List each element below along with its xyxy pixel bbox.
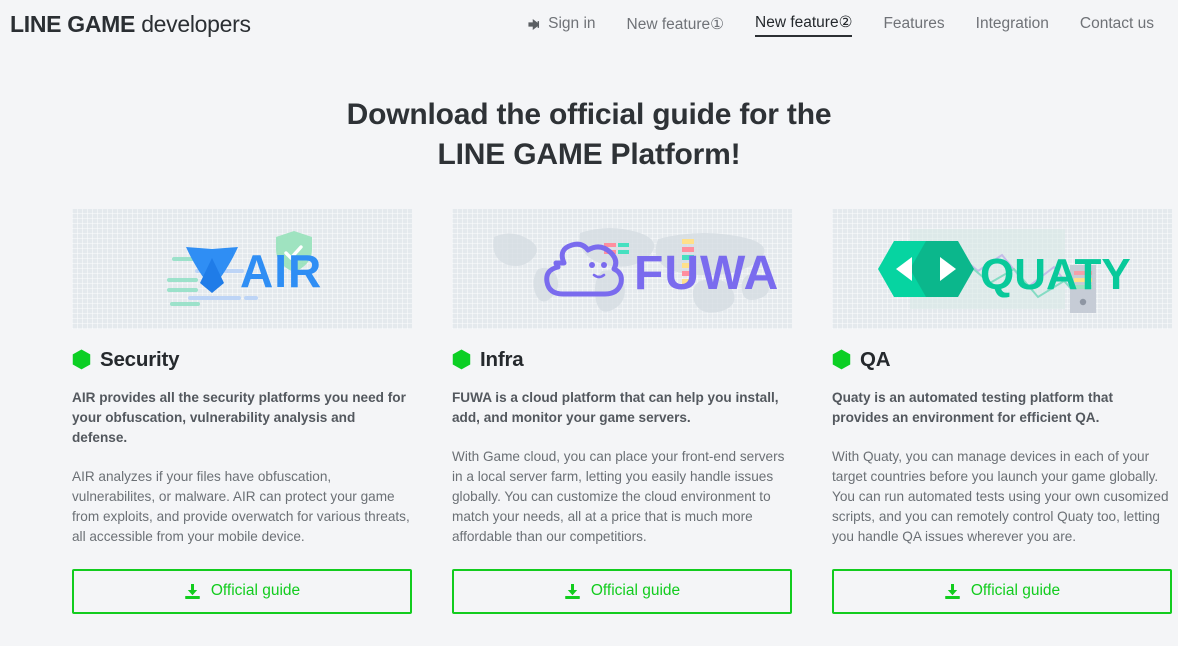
official-guide-label: Official guide	[210, 582, 301, 600]
product-card-qa: QUATY QA Quaty is an automated testing p…	[832, 208, 1172, 614]
official-guide-button-security[interactable]: Official guide	[72, 568, 412, 614]
nav-item-features[interactable]: Features	[883, 15, 944, 34]
brand-name-light: developers	[141, 11, 251, 37]
brand-logo[interactable]: LINE GAME developers	[10, 11, 251, 38]
card-title: Infra	[480, 347, 524, 371]
page-title-line-1: Download the official guide for the	[346, 98, 832, 131]
download-icon	[944, 583, 961, 600]
hexagon-icon	[832, 349, 851, 370]
card-title: QA	[860, 347, 891, 371]
product-card-list: AIR Security AIR provides all the securi…	[0, 175, 1178, 614]
air-logo-media: AIR	[72, 208, 412, 329]
page-title-line-2: LINE GAME Platform!	[437, 137, 741, 171]
nav-label-sign-in: Sign in	[548, 15, 596, 32]
card-title: Security	[100, 347, 180, 371]
official-guide-label: Official guide	[590, 582, 681, 600]
quaty-logo: QUATY	[878, 228, 1131, 313]
official-guide-button-infra[interactable]: Official guide	[452, 568, 792, 614]
site-header: LINE GAME developers Sign in New feature…	[0, 0, 1178, 49]
card-body-text: AIR analyzes if your files have obfuscat…	[72, 468, 410, 544]
official-guide-button-qa[interactable]: Official guide	[832, 568, 1172, 614]
card-lead-text: Quaty is an automated testing platform t…	[832, 389, 1113, 425]
page-title: Download the official guide for the LINE…	[0, 95, 1178, 175]
nav-item-sign-in[interactable]: Sign in	[526, 15, 596, 34]
quaty-logo-media: QUATY	[832, 208, 1172, 329]
card-lead-text: FUWA is a cloud platform that can help y…	[452, 389, 779, 425]
card-title-row-security: Security	[72, 348, 412, 372]
nav-item-new-feature-1[interactable]: New feature①	[627, 15, 724, 35]
official-guide-label: Official guide	[970, 582, 1061, 600]
svg-text:QUATY: QUATY	[980, 250, 1131, 299]
hexagon-icon	[452, 349, 471, 370]
quaty-mark	[878, 240, 974, 297]
fuwa-logo: FUWA	[493, 227, 779, 313]
download-icon	[184, 583, 201, 600]
svg-text:AIR: AIR	[240, 245, 322, 297]
sign-in-icon	[526, 17, 541, 32]
nav-item-new-feature-2[interactable]: New feature②	[755, 13, 853, 37]
hexagon-icon	[72, 349, 91, 370]
fuwa-logo-media: FUWA	[452, 208, 792, 329]
card-lead-text: AIR provides all the security platforms …	[72, 389, 406, 445]
card-title-row-qa: QA	[832, 348, 1172, 372]
card-body-text: With Game cloud, you can place your fron…	[452, 448, 785, 544]
card-title-row-infra: Infra	[452, 348, 792, 372]
cloud-mascot-face	[589, 261, 607, 279]
primary-nav: Sign in New feature① New feature② Featur…	[526, 13, 1164, 37]
card-body-text: With Quaty, you can manage devices in ea…	[832, 448, 1169, 544]
nav-item-integration[interactable]: Integration	[976, 15, 1049, 34]
download-icon	[564, 583, 581, 600]
product-card-security: AIR Security AIR provides all the securi…	[72, 208, 412, 614]
svg-text:FUWA: FUWA	[634, 247, 779, 300]
air-logo: AIR	[167, 230, 322, 306]
nav-item-contact-us[interactable]: Contact us	[1080, 15, 1154, 34]
product-card-infra: FUWA Infra FUWA is a cloud platform that…	[452, 208, 792, 614]
brand-name-strong: LINE GAME	[10, 11, 136, 37]
hero-section: Download the official guide for the LINE…	[0, 49, 1178, 175]
